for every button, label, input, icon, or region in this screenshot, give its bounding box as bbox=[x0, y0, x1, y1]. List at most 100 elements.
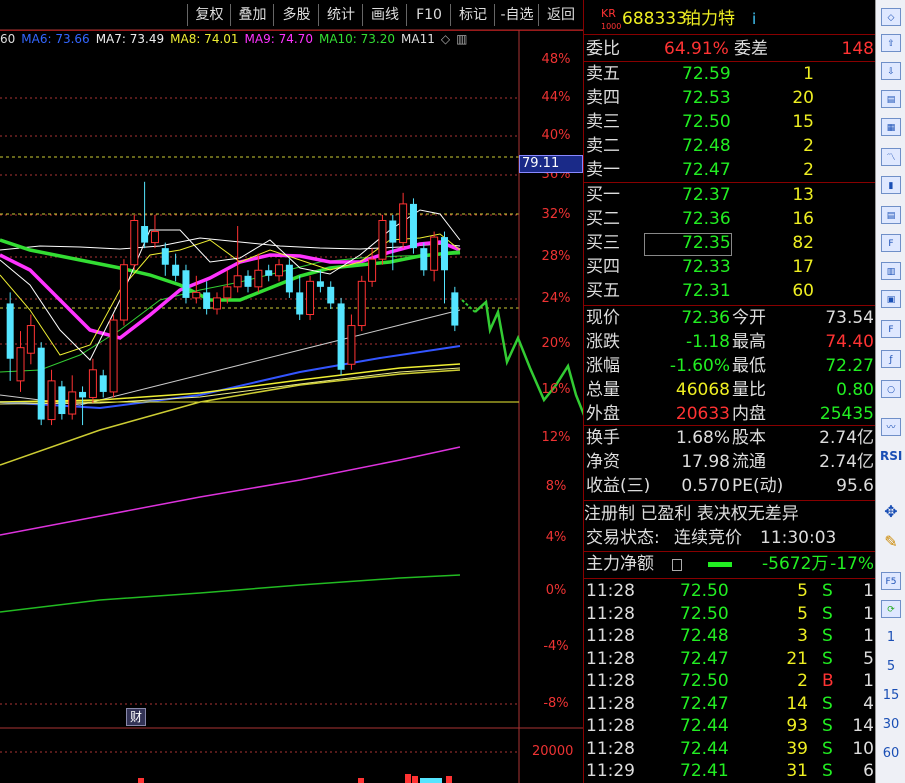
function-icon[interactable]: ƒ bbox=[881, 350, 901, 368]
line-chart-icon[interactable]: 〽 bbox=[881, 148, 901, 166]
tick-row[interactable]: 11:28 72.44 39 S 10 bbox=[584, 738, 876, 761]
ask-row[interactable]: 卖五 72.59 1 bbox=[584, 63, 876, 86]
percent-tick-label: -4% bbox=[543, 639, 569, 654]
finance-icon[interactable]: ▥ bbox=[881, 262, 901, 280]
tick-volume: 14 bbox=[786, 693, 808, 714]
arrow-up-icon[interactable]: ⇧ bbox=[881, 34, 901, 52]
f10-icon[interactable]: F bbox=[881, 234, 901, 252]
pen-icon[interactable]: ✎ bbox=[880, 532, 902, 552]
kline-icon[interactable]: ▮ bbox=[881, 176, 901, 194]
candle-body-down bbox=[37, 347, 45, 420]
tick-volume: 39 bbox=[786, 738, 808, 759]
candle-body-up bbox=[233, 275, 242, 288]
tick-time: 11:28 bbox=[586, 603, 635, 624]
candle-body-down bbox=[337, 303, 345, 370]
quote-value: 72.36 bbox=[681, 308, 730, 328]
candle-body-down bbox=[420, 248, 428, 271]
bid-label: 买五 bbox=[586, 281, 620, 301]
tick-row[interactable]: 11:28 72.47 14 S 4 bbox=[584, 693, 876, 716]
table-icon[interactable]: ▦ bbox=[881, 118, 901, 136]
ask-row[interactable]: 卖二 72.48 2 bbox=[584, 135, 876, 158]
volume-bar bbox=[405, 774, 411, 783]
ma-legend-item: MA11 bbox=[401, 32, 435, 46]
formula-icon[interactable]: F bbox=[881, 320, 901, 338]
tick-row[interactable]: 11:29 72.41 31 S 6 bbox=[584, 760, 876, 783]
candle-body-down bbox=[244, 275, 252, 287]
ask-volume: 1 bbox=[803, 64, 814, 84]
quote-value: 0.80 bbox=[836, 380, 874, 400]
info-icon[interactable]: ▣ bbox=[881, 290, 901, 308]
bid-row[interactable]: 买五 72.31 60 bbox=[584, 280, 876, 303]
candle-body-down bbox=[58, 386, 66, 415]
ask-price: 72.59 bbox=[682, 64, 731, 84]
tick-row[interactable]: 11:28 72.44 93 S 14 bbox=[584, 715, 876, 738]
weibi-value: 64.91% bbox=[664, 39, 729, 59]
legend-scroll-icon[interactable]: ▥ bbox=[456, 32, 467, 46]
ma-line bbox=[0, 253, 461, 373]
candle-body-up bbox=[119, 264, 128, 321]
wave-icon[interactable]: 〰 bbox=[881, 418, 901, 436]
ma-line bbox=[0, 309, 461, 406]
tick-time: 11:28 bbox=[586, 648, 635, 669]
tick-row[interactable]: 11:28 72.47 21 S 5 bbox=[584, 648, 876, 671]
tick-volume: 31 bbox=[786, 761, 808, 781]
bid-row[interactable]: 买一 72.37 13 bbox=[584, 184, 876, 207]
tick-count: 14 bbox=[852, 716, 874, 736]
period-button[interactable]: 1 bbox=[880, 628, 902, 648]
list-icon[interactable]: ▤ bbox=[881, 206, 901, 224]
tick-price: 72.41 bbox=[680, 761, 729, 781]
stock-info-icon[interactable]: i bbox=[752, 8, 756, 31]
rsi-button[interactable]: RSI bbox=[880, 446, 902, 466]
stats-label: 净资 bbox=[586, 452, 620, 472]
percent-tick-label: 16% bbox=[541, 382, 571, 397]
candle-body-up bbox=[378, 219, 387, 260]
ask-price: 72.50 bbox=[682, 112, 731, 132]
percent-tick-label: 32% bbox=[541, 207, 571, 222]
quote-label: 涨跌 bbox=[586, 332, 620, 352]
trade-status: 交易状态: 连续竞价 11:30:03 bbox=[586, 528, 837, 548]
list-icon[interactable] bbox=[672, 559, 682, 571]
period-button[interactable]: 15 bbox=[880, 686, 902, 706]
kline-svg[interactable] bbox=[0, 0, 583, 783]
ask-row[interactable]: 卖四 72.53 20 bbox=[584, 87, 876, 110]
circle-icon[interactable]: ○ bbox=[881, 380, 901, 398]
ma-line bbox=[0, 369, 461, 466]
move-icon[interactable]: ✥ bbox=[880, 502, 902, 522]
ma-legend-item: MA8: 74.01 bbox=[170, 32, 239, 46]
period-button[interactable]: 60 bbox=[880, 744, 902, 764]
bid-row[interactable]: 买四 72.33 17 bbox=[584, 256, 876, 279]
bid-highlight-box bbox=[644, 233, 732, 256]
period-button[interactable]: 5 bbox=[880, 657, 902, 677]
tool-sidebar: ◇ ⇧ ⇩ ▤ ▦ 〽 ▮ ▤ F ▥ ▣ Fƒ ○ 〰 RSI ✥ ✎ F5 ⟳ 1 5 15 30 60 bbox=[875, 0, 905, 783]
candle-body-up bbox=[223, 286, 232, 299]
legend-toggle-icon[interactable]: ◇ bbox=[441, 32, 450, 46]
period-button[interactable]: 30 bbox=[880, 715, 902, 735]
tick-volume: 93 bbox=[786, 716, 808, 736]
diamond-icon[interactable]: ◇ bbox=[881, 8, 901, 26]
refresh-icon[interactable]: ⟳ bbox=[881, 600, 901, 618]
quote-row: 现价 72.36 今开 73.54 bbox=[584, 307, 876, 330]
quote-value: 25435 bbox=[819, 404, 874, 424]
bid-volume: 16 bbox=[792, 209, 814, 229]
ma-legend-item: MA6: 73.66 bbox=[21, 32, 90, 46]
f5-icon[interactable]: F5 bbox=[881, 572, 901, 590]
candle-body-down bbox=[172, 264, 180, 276]
quote-row: 外盘 20633 内盘 25435 bbox=[584, 403, 876, 426]
quote-value: 73.54 bbox=[825, 308, 874, 328]
financial-report-badge[interactable]: 财 bbox=[126, 708, 146, 726]
quote-row: 涨跌 -1.18 最高 74.40 bbox=[584, 331, 876, 354]
bid-volume: 82 bbox=[792, 233, 814, 253]
quote-value: 72.27 bbox=[825, 356, 874, 376]
tick-price: 72.50 bbox=[680, 671, 729, 691]
tick-row[interactable]: 11:28 72.50 5 S 1 bbox=[584, 580, 876, 603]
tick-row[interactable]: 11:28 72.48 3 S 1 bbox=[584, 625, 876, 648]
analysis-icon[interactable]: ▤ bbox=[881, 90, 901, 108]
ask-row[interactable]: 卖三 72.50 15 bbox=[584, 111, 876, 134]
bid-row[interactable]: 买二 72.36 16 bbox=[584, 208, 876, 231]
tick-row[interactable]: 11:28 72.50 5 S 1 bbox=[584, 603, 876, 626]
main-flow-row[interactable]: 主力净额 -5672万 -17% bbox=[584, 553, 876, 576]
ask-row[interactable]: 卖一 72.47 2 bbox=[584, 159, 876, 182]
tick-row[interactable]: 11:28 72.50 2 B 1 bbox=[584, 670, 876, 693]
bid-price: 72.36 bbox=[682, 209, 731, 229]
arrow-down-icon[interactable]: ⇩ bbox=[881, 62, 901, 80]
